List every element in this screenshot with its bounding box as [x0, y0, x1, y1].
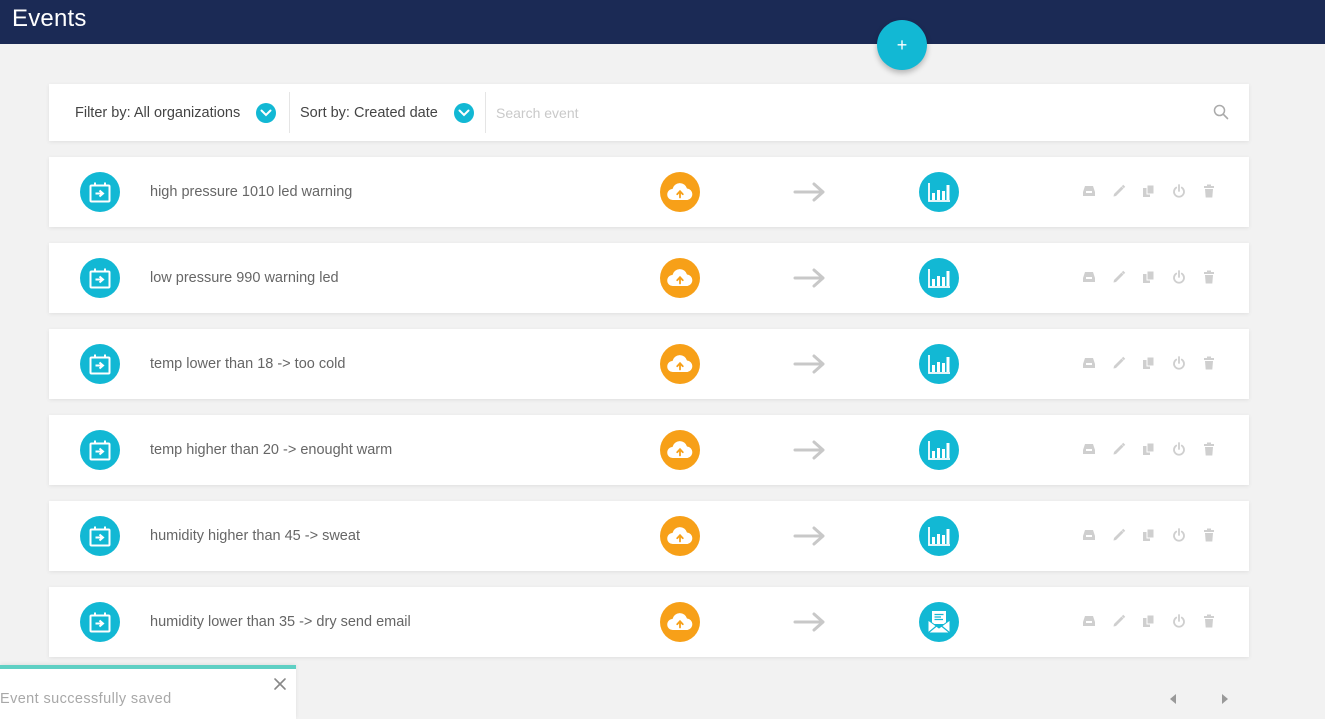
next-page-icon[interactable]	[1220, 692, 1230, 710]
power-icon[interactable]	[1164, 442, 1194, 458]
cloud-upload-icon	[660, 516, 700, 556]
delete-icon[interactable]	[1194, 184, 1224, 200]
arrow-right-icon	[793, 181, 827, 208]
delete-icon[interactable]	[1194, 528, 1224, 544]
search-input[interactable]	[494, 98, 1198, 128]
edit-icon[interactable]	[1104, 442, 1134, 458]
event-icon	[80, 516, 120, 556]
power-icon[interactable]	[1164, 614, 1194, 630]
bar-chart-icon	[919, 344, 959, 384]
row-actions	[1074, 356, 1224, 372]
inbox-icon[interactable]	[1074, 356, 1104, 372]
bar-chart-icon	[919, 430, 959, 470]
divider	[289, 92, 290, 133]
copy-icon[interactable]	[1134, 614, 1164, 630]
add-event-button[interactable]: +	[877, 20, 927, 70]
cloud-upload-icon	[660, 602, 700, 642]
toast-message: Event successfully saved	[0, 691, 172, 707]
cloud-upload-icon	[660, 344, 700, 384]
arrow-right-icon	[793, 267, 827, 294]
prev-page-icon[interactable]	[1168, 692, 1178, 710]
row-actions	[1074, 442, 1224, 458]
page-title: Events	[12, 5, 87, 32]
event-name[interactable]: humidity higher than 45 -> sweat	[150, 501, 360, 571]
chevron-down-icon[interactable]	[256, 102, 277, 123]
search-icon[interactable]	[1213, 104, 1229, 125]
delete-icon[interactable]	[1194, 614, 1224, 630]
filter-label: Filter by: All organizations	[75, 104, 241, 121]
inbox-icon[interactable]	[1074, 270, 1104, 286]
power-icon[interactable]	[1164, 270, 1194, 286]
edit-icon[interactable]	[1104, 184, 1134, 200]
event-name[interactable]: high pressure 1010 led warning	[150, 157, 352, 227]
filter-dropdown[interactable]: Filter by: All organizations	[75, 84, 277, 141]
event-name[interactable]: temp lower than 18 -> too cold	[150, 329, 345, 399]
power-icon[interactable]	[1164, 356, 1194, 372]
delete-icon[interactable]	[1194, 270, 1224, 286]
inbox-icon[interactable]	[1074, 184, 1104, 200]
email-icon	[919, 602, 959, 642]
row-actions	[1074, 528, 1224, 544]
cloud-upload-icon	[660, 172, 700, 212]
close-icon[interactable]	[273, 677, 287, 696]
event-row[interactable]: high pressure 1010 led warning	[49, 157, 1249, 227]
bar-chart-icon	[919, 516, 959, 556]
copy-icon[interactable]	[1134, 528, 1164, 544]
row-actions	[1074, 270, 1224, 286]
sort-label: Sort by: Created date	[300, 104, 438, 121]
cloud-upload-icon	[660, 430, 700, 470]
event-row[interactable]: low pressure 990 warning led	[49, 243, 1249, 313]
event-name[interactable]: humidity lower than 35 -> dry send email	[150, 587, 411, 657]
copy-icon[interactable]	[1134, 356, 1164, 372]
event-row[interactable]: temp lower than 18 -> too cold	[49, 329, 1249, 399]
event-row[interactable]: humidity lower than 35 -> dry send email	[49, 587, 1249, 657]
arrow-right-icon	[793, 611, 827, 638]
event-icon	[80, 344, 120, 384]
event-icon	[80, 602, 120, 642]
cloud-upload-icon	[660, 258, 700, 298]
event-icon	[80, 258, 120, 298]
filter-bar: Filter by: All organizations Sort by: Cr…	[49, 84, 1249, 141]
edit-icon[interactable]	[1104, 356, 1134, 372]
delete-icon[interactable]	[1194, 356, 1224, 372]
row-actions	[1074, 614, 1224, 630]
event-icon	[80, 172, 120, 212]
copy-icon[interactable]	[1134, 184, 1164, 200]
arrow-right-icon	[793, 439, 827, 466]
delete-icon[interactable]	[1194, 442, 1224, 458]
event-row[interactable]: temp higher than 20 -> enought warm	[49, 415, 1249, 485]
edit-icon[interactable]	[1104, 528, 1134, 544]
inbox-icon[interactable]	[1074, 442, 1104, 458]
event-name[interactable]: low pressure 990 warning led	[150, 243, 339, 313]
app-header: Events	[0, 0, 1325, 44]
power-icon[interactable]	[1164, 528, 1194, 544]
edit-icon[interactable]	[1104, 270, 1134, 286]
inbox-icon[interactable]	[1074, 528, 1104, 544]
copy-icon[interactable]	[1134, 442, 1164, 458]
inbox-icon[interactable]	[1074, 614, 1104, 630]
power-icon[interactable]	[1164, 184, 1194, 200]
bar-chart-icon	[919, 258, 959, 298]
event-row[interactable]: humidity higher than 45 -> sweat	[49, 501, 1249, 571]
chevron-down-icon[interactable]	[453, 102, 474, 123]
divider	[485, 92, 486, 133]
event-icon	[80, 430, 120, 470]
arrow-right-icon	[793, 525, 827, 552]
edit-icon[interactable]	[1104, 614, 1134, 630]
row-actions	[1074, 184, 1224, 200]
bar-chart-icon	[919, 172, 959, 212]
arrow-right-icon	[793, 353, 827, 380]
event-name[interactable]: temp higher than 20 -> enought warm	[150, 415, 392, 485]
toast-notification: Event successfully saved	[0, 665, 296, 719]
sort-dropdown[interactable]: Sort by: Created date	[300, 84, 474, 141]
copy-icon[interactable]	[1134, 270, 1164, 286]
